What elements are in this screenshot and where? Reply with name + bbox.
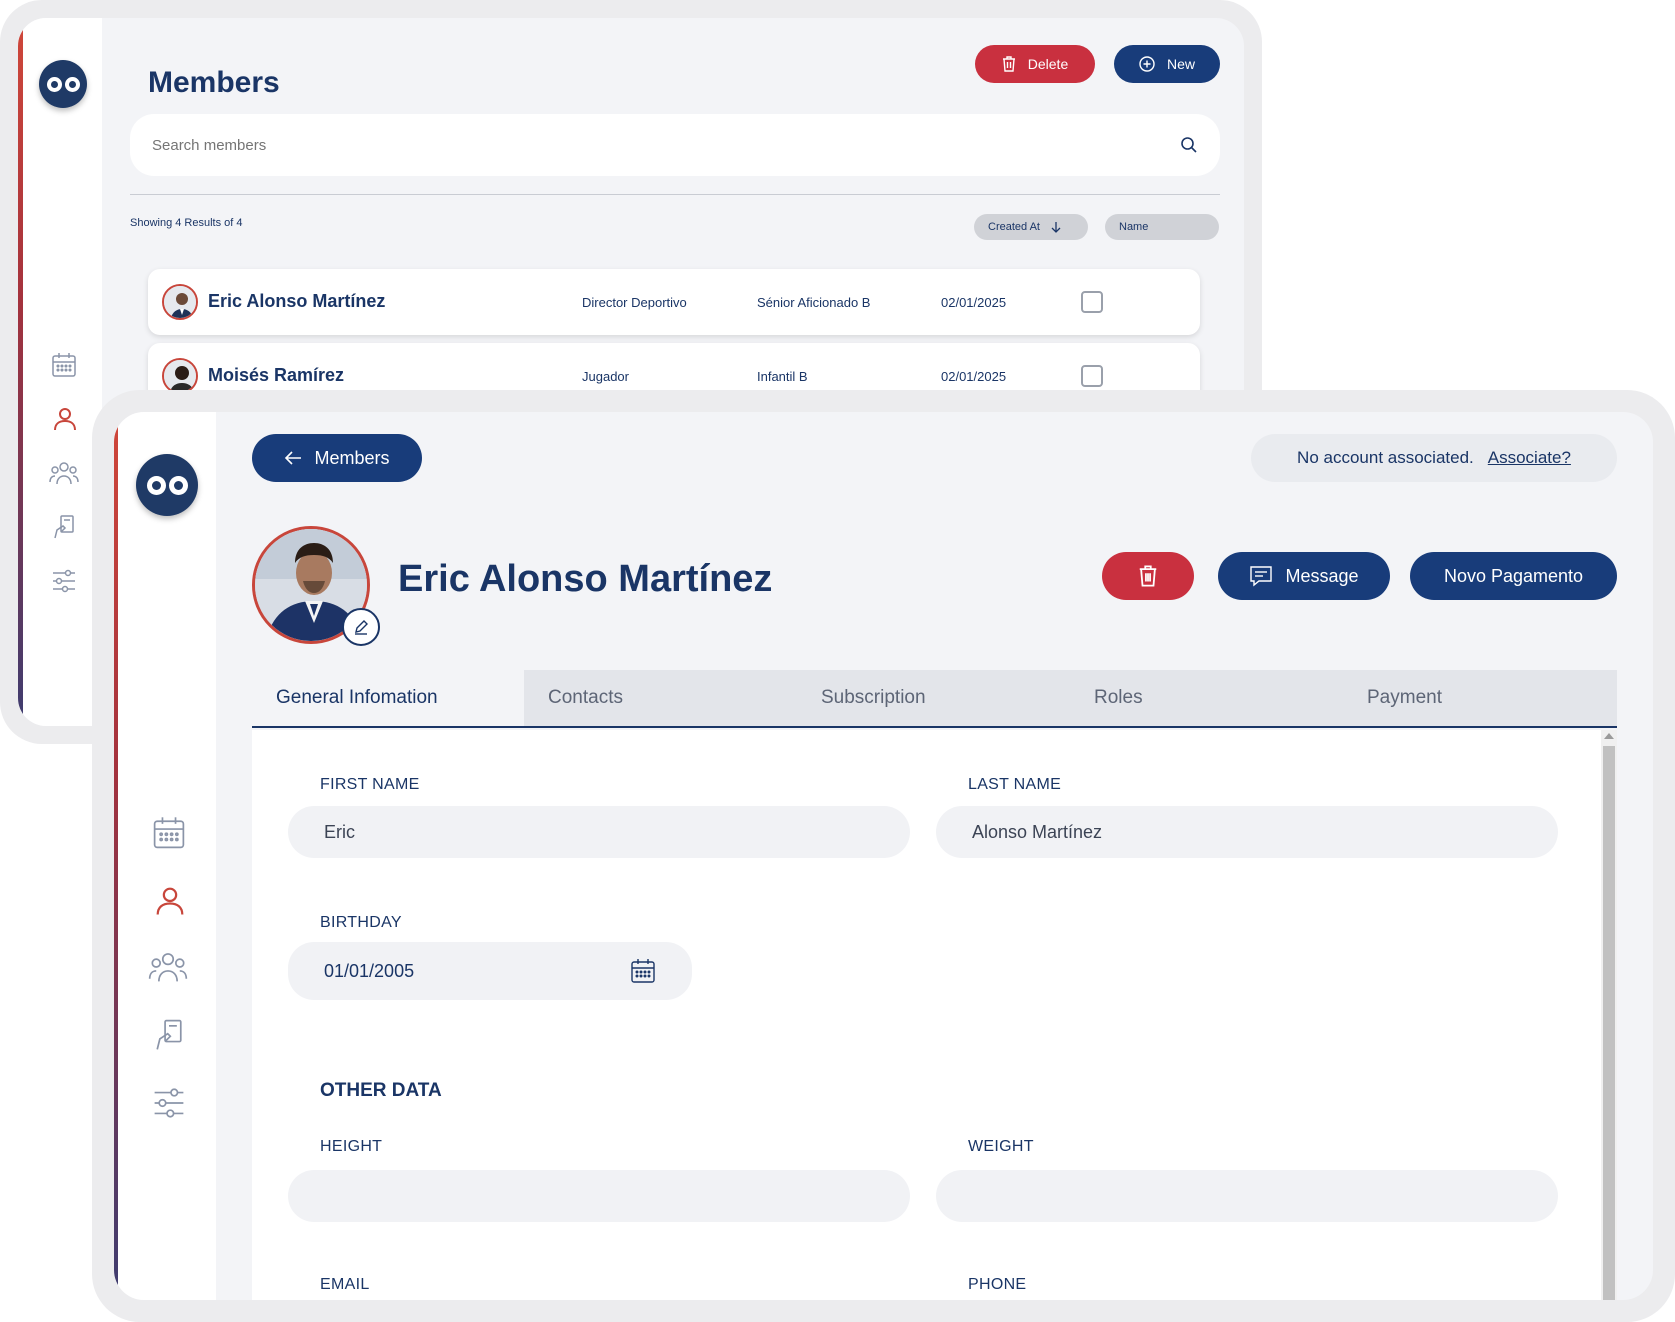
member-role: Jugador (582, 369, 629, 384)
member-icon[interactable] (52, 406, 78, 432)
back-button-label: Members (314, 447, 390, 468)
member-created-at: 02/01/2025 (941, 295, 1007, 310)
last-name-field[interactable] (936, 806, 1558, 858)
tab-payment[interactable]: Payment (1343, 670, 1617, 726)
arrow-left-icon (285, 451, 302, 465)
sort-created-at-label: Created At (988, 221, 1040, 233)
tab-general-information[interactable]: General Infomation (252, 670, 524, 726)
weight-label: WEIGHT (968, 1138, 1034, 1155)
account-status-text: No account associated. (1297, 448, 1474, 467)
sort-name[interactable]: Name (1105, 214, 1219, 240)
results-count: Showing 4 Results of 4 (130, 217, 243, 229)
row-checkbox[interactable] (1081, 365, 1103, 387)
row-checkbox[interactable] (1081, 291, 1103, 313)
message-icon (1250, 566, 1273, 587)
settings-sliders-icon[interactable] (152, 1086, 186, 1120)
member-full-name: Eric Alonso Martínez (398, 558, 773, 600)
page-title: Members (148, 66, 280, 99)
scrollbar-thumb[interactable] (1603, 746, 1615, 1300)
arrow-down-icon (1051, 222, 1061, 233)
message-button[interactable]: Message (1218, 552, 1390, 600)
birthday-field[interactable]: 01/01/2005 (288, 942, 692, 1000)
groups-icon[interactable] (49, 460, 79, 486)
birthday-value: 01/01/2005 (324, 960, 415, 981)
payment-hand-icon[interactable] (51, 514, 77, 540)
tab-roles[interactable]: Roles (1070, 670, 1343, 726)
tab-label: Roles (1094, 687, 1143, 708)
app-logo[interactable] (39, 60, 87, 108)
general-information-form: FIRST NAME LAST NAME BIRTHDAY 01/01/2005… (252, 730, 1617, 1300)
member-detail-panel: Members No account associated. Associate… (114, 412, 1653, 1300)
delete-button-label: Delete (1027, 56, 1069, 72)
first-name-label: FIRST NAME (320, 776, 420, 793)
first-name-field[interactable] (288, 806, 910, 858)
edit-photo-button[interactable] (342, 608, 380, 646)
height-label: HEIGHT (320, 1138, 383, 1155)
sidebar (114, 412, 216, 1300)
tab-label: Contacts (548, 687, 623, 708)
tab-bar: General Infomation Contacts Subscription… (252, 670, 1617, 728)
member-created-at: 02/01/2025 (941, 369, 1007, 384)
calendar-icon[interactable] (51, 352, 77, 378)
new-payment-button[interactable]: Novo Pagamento (1410, 552, 1617, 600)
calendar-icon[interactable] (152, 816, 186, 850)
tab-label: Subscription (821, 687, 926, 708)
tab-contacts[interactable]: Contacts (524, 670, 797, 726)
sort-name-label: Name (1119, 221, 1149, 233)
other-data-heading: OTHER DATA (320, 1080, 442, 1101)
last-name-label: LAST NAME (968, 776, 1062, 793)
scrollbar[interactable] (1601, 730, 1617, 1300)
search-icon[interactable] (1180, 136, 1198, 154)
member-role: Director Deportivo (582, 295, 687, 310)
sort-created-at[interactable]: Created At (974, 214, 1088, 240)
calendar-icon[interactable] (630, 958, 656, 984)
list-divider (130, 194, 1220, 195)
email-label: EMAIL (320, 1276, 370, 1293)
height-field[interactable] (288, 1170, 910, 1222)
tab-label: General Infomation (276, 687, 438, 708)
member-team: Infantil B (757, 369, 808, 384)
birthday-label: BIRTHDAY (320, 914, 402, 931)
member-icon[interactable] (154, 884, 186, 918)
avatar (162, 358, 198, 394)
trash-icon (1139, 565, 1157, 587)
phone-label: PHONE (968, 1276, 1027, 1293)
app-logo[interactable] (136, 454, 198, 516)
member-name[interactable]: Moisés Ramírez (208, 365, 344, 386)
pencil-icon (355, 620, 368, 635)
new-button-label: New (1166, 56, 1195, 72)
groups-icon[interactable] (148, 950, 188, 984)
new-button[interactable]: New (1114, 45, 1220, 83)
sidebar (18, 18, 102, 726)
weight-field[interactable] (936, 1170, 1558, 1222)
message-button-label: Message (1285, 565, 1359, 586)
tab-subscription[interactable]: Subscription (797, 670, 1070, 726)
back-to-members-button[interactable]: Members (252, 434, 422, 482)
scroll-up-arrow[interactable] (1604, 733, 1614, 739)
member-detail-window: Members No account associated. Associate… (92, 390, 1675, 1322)
payment-hand-icon[interactable] (152, 1018, 186, 1052)
avatar (162, 284, 198, 320)
search-input[interactable] (152, 136, 1052, 154)
tab-label: Payment (1367, 687, 1442, 708)
search-bar (130, 114, 1220, 176)
settings-sliders-icon[interactable] (51, 568, 77, 594)
trash-icon (1002, 56, 1015, 72)
delete-button[interactable]: Delete (975, 45, 1095, 83)
table-row[interactable]: Eric Alonso Martínez Director Deportivo … (148, 269, 1200, 335)
member-name[interactable]: Eric Alonso Martínez (208, 291, 385, 312)
associate-account-link[interactable]: Associate? (1488, 448, 1571, 468)
account-status: No account associated. Associate? (1251, 434, 1617, 482)
new-payment-button-label: Novo Pagamento (1443, 565, 1584, 586)
plus-circle-icon (1139, 56, 1155, 72)
delete-member-button[interactable] (1102, 552, 1194, 600)
member-team: Sénior Aficionado B (757, 295, 871, 310)
